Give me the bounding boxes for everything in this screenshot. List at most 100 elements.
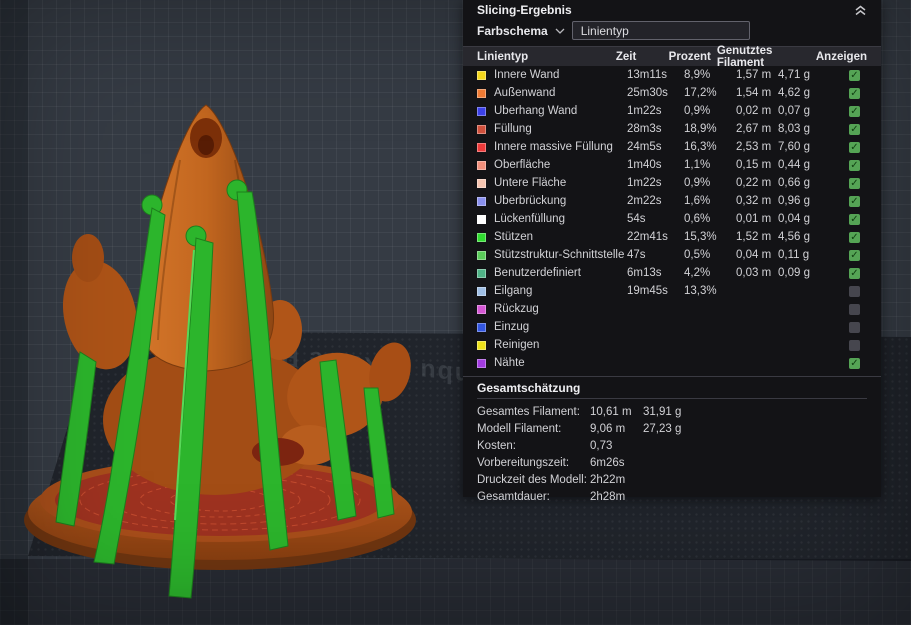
percent-value: 15,3%: [684, 231, 717, 243]
panel-header: Slicing-Ergebnis: [463, 0, 881, 19]
line-type-label: Reinigen: [494, 339, 540, 351]
summary-row: Vorbereitungszeit: 6m26s: [477, 454, 867, 471]
line-type-label: Rückzug: [494, 303, 539, 315]
summary-value-1: 0,73: [590, 439, 613, 452]
filament-weight-value: 0,66 g: [778, 177, 810, 189]
summary-value-2: 31,91 g: [643, 405, 682, 418]
time-value: 19m45s: [627, 285, 668, 297]
show-checkbox[interactable]: ✓: [849, 105, 860, 117]
show-checkbox[interactable]: [849, 339, 860, 351]
summary-row: Kosten: 0,73: [477, 437, 867, 454]
summary-table: Gesamtes Filament: 10,61 m 31,91 g Modell F…: [477, 403, 867, 505]
line-type-row: Innere massive Füllung 24m5s 16,3% 2,53 m 7,…: [463, 138, 881, 156]
line-type-table: Innere Wand 13m11s 8,9% 1,57 m 4,71 g ✓ Außenw…: [463, 66, 881, 372]
time-value: 13m11s: [627, 69, 668, 81]
line-type-label: Innere Wand: [494, 69, 560, 81]
line-type-swatch: [477, 178, 486, 188]
filament-length-value: 0,01 m: [736, 213, 772, 225]
show-checkbox[interactable]: ✓: [849, 141, 860, 153]
line-type-label: Stützstruktur-Schnittstelle: [494, 249, 625, 261]
summary-label: Druckzeit des Modell:: [477, 473, 587, 486]
percent-value: 0,6%: [684, 213, 711, 225]
show-checkbox[interactable]: ✓: [849, 267, 860, 279]
show-checkbox[interactable]: [849, 303, 860, 315]
line-type-label: Oberfläche: [494, 159, 551, 171]
time-value: 54s: [627, 213, 646, 225]
summary-row: Gesamtes Filament: 10,61 m 31,91 g: [477, 403, 867, 420]
line-type-swatch: [477, 304, 486, 314]
filament-weight-value: 0,11 g: [778, 249, 810, 261]
line-type-swatch: [477, 286, 486, 296]
show-checkbox[interactable]: ✓: [849, 87, 860, 99]
line-type-row: Überhang Wand 1m22s 0,9% 0,02 m 0,07 g ✓: [463, 102, 881, 120]
filament-weight-value: 0,44 g: [778, 159, 810, 171]
line-type-row: Nähte ✓: [463, 354, 881, 372]
color-scheme-dropdown[interactable]: Linientyp: [571, 21, 750, 40]
summary-value-1: 6m26s: [590, 456, 625, 469]
line-type-label: Eilgang: [494, 285, 533, 297]
line-type-label: Benutzerdefiniert: [494, 267, 581, 279]
filament-length-value: 0,15 m: [736, 159, 772, 171]
summary-label: Gesamtes Filament:: [477, 405, 580, 418]
slicing-result-panel: Slicing-Ergebnis Farbschema Linientyp Li…: [463, 0, 881, 503]
model-3d[interactable]: [0, 0, 470, 625]
time-value: 2m22s: [627, 195, 662, 207]
line-type-label: Überhang Wand: [494, 105, 578, 117]
show-checkbox[interactable]: ✓: [849, 159, 860, 171]
summary-value-1: 9,06 m: [590, 422, 626, 435]
show-checkbox[interactable]: [849, 321, 860, 333]
filament-length-value: 0,32 m: [736, 195, 772, 207]
slicer-app: Bambu Texture PEI: [0, 0, 911, 625]
line-type-label: Stützen: [494, 231, 533, 243]
line-type-row: Benutzerdefiniert 6m13s 4,2% 0,03 m 0,09 g ✓: [463, 264, 881, 282]
filament-length-value: 2,53 m: [736, 141, 772, 153]
show-checkbox[interactable]: ✓: [849, 177, 860, 189]
line-type-row: Außenwand 25m30s 17,2% 1,54 m 4,62 g ✓: [463, 84, 881, 102]
header-percent: Prozent: [668, 50, 711, 63]
line-type-row: Untere Fläche 1m22s 0,9% 0,22 m 0,66 g ✓: [463, 174, 881, 192]
line-type-row: Oberfläche 1m40s 1,1% 0,15 m 0,44 g ✓: [463, 156, 881, 174]
header-time: Zeit: [615, 50, 637, 63]
show-checkbox[interactable]: ✓: [849, 213, 860, 225]
show-checkbox[interactable]: ✓: [849, 195, 860, 207]
summary-label: Kosten:: [477, 439, 516, 452]
line-type-label: Nähte: [494, 357, 525, 369]
percent-value: 8,9%: [684, 69, 711, 81]
time-value: 25m30s: [627, 87, 668, 99]
line-type-label: Einzug: [494, 321, 530, 333]
summary-value-1: 2h22m: [590, 473, 626, 486]
show-checkbox[interactable]: ✓: [849, 69, 860, 81]
line-type-swatch: [477, 340, 486, 350]
time-value: 1m22s: [627, 105, 662, 117]
show-checkbox[interactable]: ✓: [849, 231, 860, 243]
line-type-row: Füllung 28m3s 18,9% 2,67 m 8,03 g ✓: [463, 120, 881, 138]
summary-label: Vorbereitungszeit:: [477, 456, 570, 469]
summary-label: Modell Filament:: [477, 422, 562, 435]
line-type-swatch: [477, 124, 486, 134]
line-type-swatch: [477, 322, 486, 332]
show-checkbox[interactable]: ✓: [849, 357, 860, 369]
table-header-row: Linientyp Zeit Prozent Genutztes Filamen…: [463, 44, 881, 69]
collapse-panel-button[interactable]: [854, 5, 867, 16]
filament-weight-value: 0,04 g: [778, 213, 810, 225]
time-value: 1m22s: [627, 177, 662, 189]
show-checkbox[interactable]: [849, 285, 860, 297]
header-line-type: Linientyp: [477, 50, 529, 63]
header-show: Anzeigen: [815, 50, 867, 63]
percent-value: 0,5%: [684, 249, 711, 261]
summary-row: Gesamtdauer: 2h28m: [477, 488, 867, 505]
line-type-row: Eilgang 19m45s 13,3%: [463, 282, 881, 300]
time-value: 22m41s: [627, 231, 668, 243]
line-type-row: Rückzug: [463, 300, 881, 318]
filament-weight-value: 8,03 g: [778, 123, 810, 135]
filament-length-value: 0,02 m: [736, 105, 772, 117]
summary-section: Gesamtschätzung Gesamtes Filament: 10,61 …: [463, 376, 881, 511]
line-type-row: Innere Wand 13m11s 8,9% 1,57 m 4,71 g ✓: [463, 66, 881, 84]
percent-value: 1,1%: [684, 159, 711, 171]
percent-value: 0,9%: [684, 177, 711, 189]
line-type-swatch: [477, 70, 486, 80]
line-type-row: Einzug: [463, 318, 881, 336]
show-checkbox[interactable]: ✓: [849, 123, 860, 135]
header-filament: Genutztes Filament: [716, 44, 773, 69]
show-checkbox[interactable]: ✓: [849, 249, 860, 261]
